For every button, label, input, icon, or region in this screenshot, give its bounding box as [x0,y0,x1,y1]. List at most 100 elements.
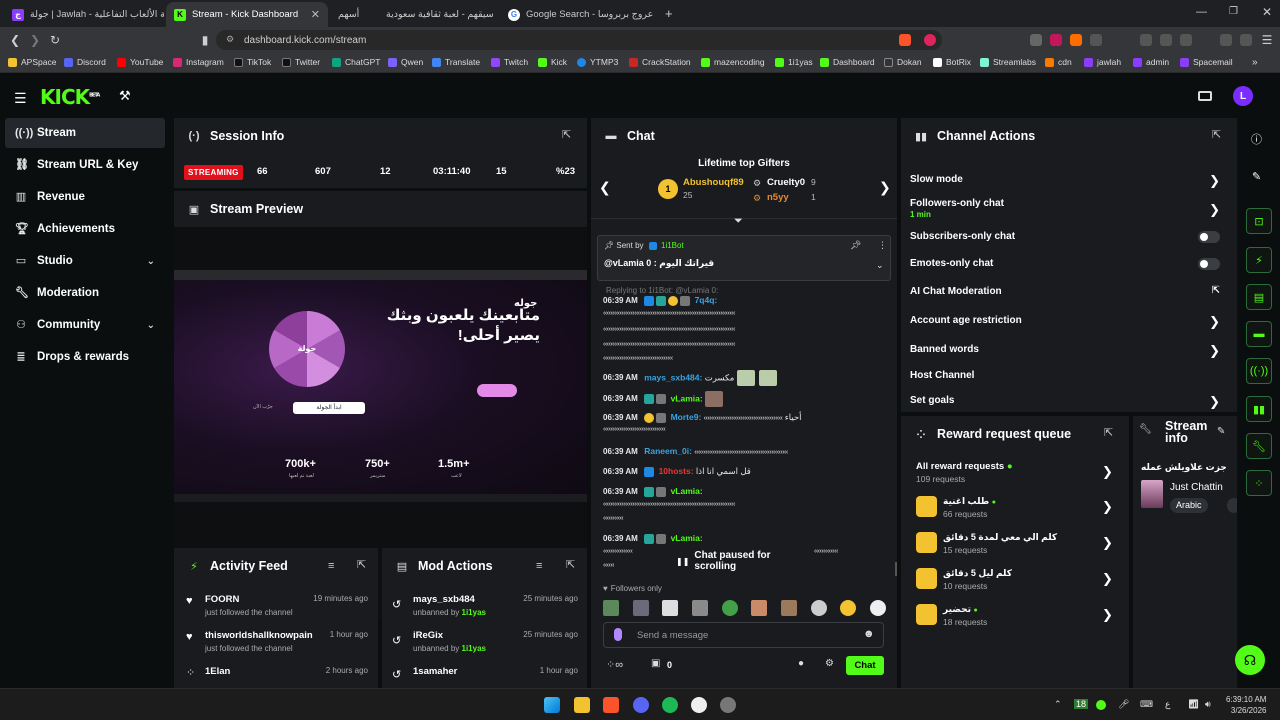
more-options-icon[interactable]: ⋮ [878,240,887,251]
chevron-up-icon[interactable]: ⌃ [1054,699,1062,710]
chat-username[interactable]: vLamia: [671,533,703,543]
emote-icon[interactable] [603,600,619,616]
download-icon[interactable] [1140,34,1152,46]
channel-action-set-goals[interactable]: Set goals ❯ [910,394,1226,409]
bookmark-item[interactable]: Kick [538,57,567,67]
menu-icon[interactable]: ☰ [1260,33,1274,47]
channel-action-ai-moderation[interactable]: AI Chat Moderation ⇱ [910,285,1226,297]
chevron-right-icon[interactable]: ❯ [879,179,891,196]
discord-icon[interactable] [633,697,649,713]
mod-action-moderator[interactable]: 1i1yas [462,608,486,617]
unpin-icon[interactable]: 📌︎ [850,240,861,251]
bookmark-item[interactable]: BotRix [933,57,971,67]
brave-shield-icon[interactable] [899,34,911,46]
minimize-icon[interactable]: — [1196,6,1207,18]
browser-tab[interactable]: G Google Search - عروج بربروسا [500,2,660,27]
extension-icon[interactable] [1050,34,1062,46]
pencil-icon[interactable]: ✎ [1252,170,1261,183]
sidebar-item-stream-url-key[interactable]: ⛓ Stream URL & Key [5,150,165,180]
sidebar-item-revenue[interactable]: ▥ Revenue [5,182,165,212]
popout-icon[interactable]: ⇱ [562,130,573,141]
channel-action-slow-mode[interactable]: Slow mode ❯ [910,173,1226,188]
kicks-icon[interactable]: ⁘∞ [606,658,623,671]
windows-start-icon[interactable] [544,697,560,713]
chevron-left-icon[interactable]: ❮ [599,179,611,196]
new-tab-icon[interactable]: + [665,6,673,21]
popout-icon[interactable]: ⇱ [357,560,368,571]
channel-action-account-age[interactable]: Account age restriction ❯ [910,314,1226,329]
leo-icon[interactable] [1220,34,1232,46]
sidebar-item-community[interactable]: ⚇ Community ⌄ [5,310,165,340]
chat-username[interactable]: vLamia: [671,393,703,403]
forward-icon[interactable]: ❯ [28,33,42,47]
bookmark-item[interactable]: mazencoding [701,57,765,67]
bookmark-item[interactable]: CrackStation [629,57,691,67]
bookmark-item[interactable]: Discord [64,57,106,67]
stream-tag[interactable]: Arabic [1170,498,1208,513]
bookmark-item[interactable]: TikTok [234,57,271,67]
bookmark-item[interactable]: Dashboard [820,57,875,67]
emotes-only-toggle[interactable] [1198,258,1220,270]
bookmark-item[interactable]: Translate [432,57,480,67]
stream-video[interactable]: جولة متابعينك يلعبون وبثك يصير أحلى! جول… [174,270,587,502]
filter-icon[interactable]: ≡ [328,560,334,572]
media-icon[interactable] [1160,34,1172,46]
channel-action-banned-words[interactable]: Banned words ❯ [910,343,1226,358]
popout-icon[interactable]: ⇱ [566,560,577,571]
kick-logo[interactable]: KICKBETA [40,85,100,109]
more-bookmarks-icon[interactable]: » [1252,57,1258,68]
widget-icon[interactable]: ⊡ [1246,208,1272,234]
chat-icon[interactable]: ▬ [1246,321,1272,347]
chevron-down-icon[interactable]: ⌄ [876,260,884,271]
bookmark-item[interactable]: 1i1yas [775,57,813,67]
emote-icon[interactable] [840,600,857,616]
browser-tab[interactable]: اسيقهم - لعبة ثقافية سعودية [378,2,494,27]
volume-icon[interactable]: 🔊︎ [1205,699,1211,710]
emoji-icon[interactable]: ☻ [863,628,875,640]
popout-icon[interactable]: ⇱ [1212,130,1223,141]
chat-username[interactable]: vLamia: [671,486,703,496]
spotify-icon[interactable] [662,697,678,713]
bookmark-icon[interactable]: ▮ [198,33,212,47]
bookmark-item[interactable]: YouTube [117,57,163,67]
url-field[interactable]: ⚙ dashboard.kick.com/stream [216,30,942,50]
pinned-message[interactable]: 📌︎ Sent by 1i1Bot @vLamia 0 : قيراتك الي… [597,235,891,281]
help-support-icon[interactable]: ☊ [1235,645,1265,675]
bolt-icon[interactable]: ⚡︎ [1246,247,1272,273]
browser-tab[interactable]: ج جولة | Jawlah - منصة الألعاب التفاعلية [4,2,164,27]
bookmark-item[interactable]: Qwen [388,57,423,67]
send-chat-button[interactable]: Chat [846,656,884,675]
chat-username[interactable]: Raneem_0i: [644,446,692,456]
wifi-icon[interactable]: 📶︎ [1188,699,1199,710]
gifter-name[interactable]: n5yy [767,192,789,203]
language-indicator[interactable]: ع [1165,699,1170,710]
emote-icon[interactable] [721,600,738,616]
sidebar-item-achievements[interactable]: 🏆︎ Achievements [5,214,165,244]
points-icon[interactable]: ▣ [651,658,660,669]
subscribers-only-toggle[interactable] [1198,231,1220,243]
filter-icon[interactable]: ⏷ [734,215,743,228]
chat-username[interactable]: 7q4q: [695,295,718,305]
browser-tab[interactable]: أسهم [330,2,370,27]
emote-icon[interactable] [751,600,768,616]
bookmark-item[interactable]: Spacemail [1180,57,1233,67]
bookmark-item[interactable]: Streamlabs [980,57,1036,67]
settings-icon[interactable]: ⚙ [825,658,834,669]
reward-icon[interactable]: ⁘ [1246,470,1272,496]
brave-rewards-icon[interactable] [924,34,936,46]
channel-action-emotes-only[interactable]: Emotes-only chat [910,258,1226,270]
wrench-icon[interactable]: 🔧︎ [1246,433,1272,459]
category-thumbnail[interactable] [1141,480,1163,508]
channel-action-followers-only[interactable]: Followers-only chat 1 min ❯ [910,198,1226,219]
gifter-name[interactable]: Cruelty0 [767,177,805,188]
site-info-icon[interactable]: ⚙ [226,34,234,45]
bookmark-item[interactable]: ChatGPT [332,57,380,67]
bookmark-item[interactable]: jawlah [1084,57,1121,67]
mod-action-moderator[interactable]: 1i1yas [462,644,486,653]
maximize-icon[interactable]: ❐ [1229,6,1238,17]
obs-icon[interactable] [691,697,707,713]
sidebar-item-studio[interactable]: ▭ Studio ⌄ [5,246,165,276]
close-window-icon[interactable]: ✕ [1262,5,1272,19]
bookmark-item[interactable]: Dokan [884,57,922,67]
bookmark-item[interactable]: Twitch [491,57,528,67]
